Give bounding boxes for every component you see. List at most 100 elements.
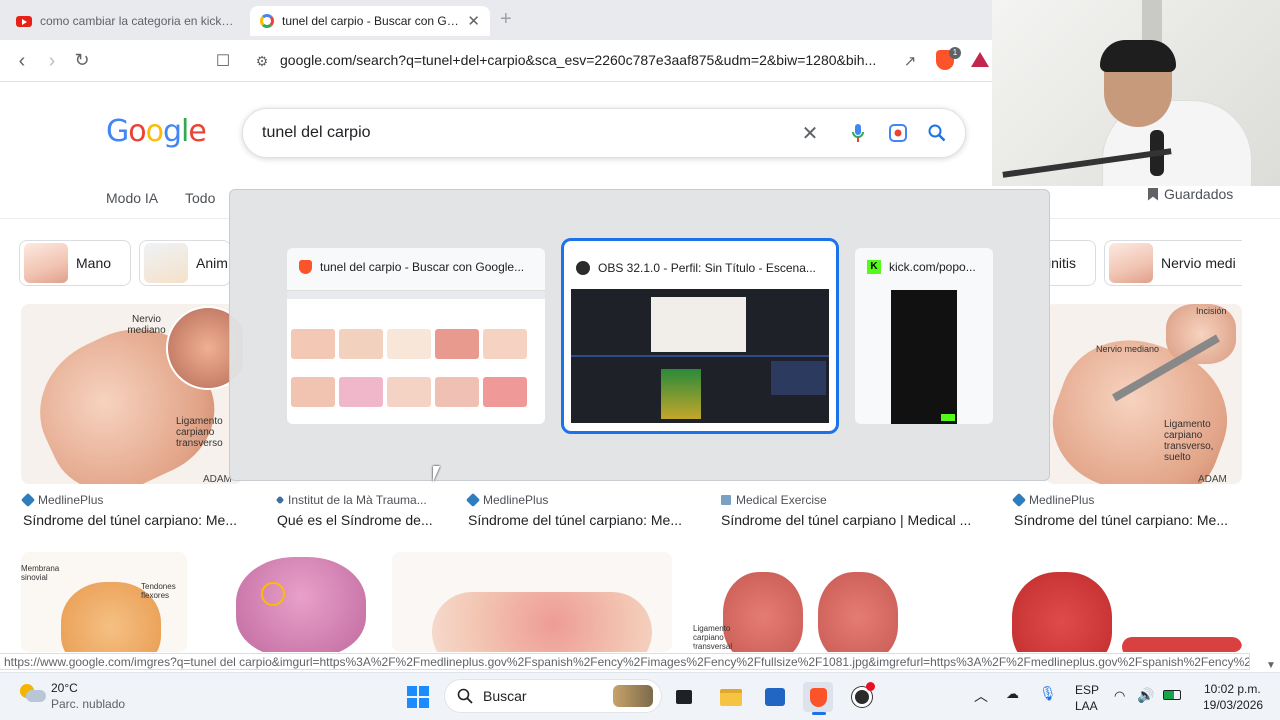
chip-mano[interactable]: Mano: [19, 240, 131, 286]
file-explorer-icon[interactable]: [716, 682, 746, 712]
reload-icon[interactable]: ↻: [69, 47, 95, 73]
new-tab-icon[interactable]: +: [500, 8, 512, 31]
result-title-4[interactable]: Síndrome del túnel carpiano | Medical ..…: [721, 512, 985, 528]
bookmark-icon[interactable]: ☐: [210, 48, 236, 74]
clock-date[interactable]: 19/03/2026: [1203, 698, 1263, 712]
label-ligamento-transversal: Ligamento carpiano transversal: [693, 624, 733, 651]
window-thumbnail: [287, 290, 545, 424]
volume-icon[interactable]: 🔊: [1137, 687, 1154, 704]
forward-icon[interactable]: ›: [39, 48, 65, 74]
tab-todo[interactable]: Todo: [185, 190, 215, 206]
brave-icon: [299, 260, 312, 274]
task-view-icon[interactable]: [669, 682, 699, 712]
switcher-window-title: OBS 32.1.0 - Perfil: Sin Título - Escena…: [598, 261, 816, 275]
chip-thumbnail: [1109, 243, 1153, 283]
search-icon: [457, 688, 473, 704]
label-nervio-mediano-small: Nervio mediano: [1096, 344, 1160, 354]
result-title-3[interactable]: Síndrome del túnel carpiano: Me...: [468, 512, 696, 528]
scroll-down-icon[interactable]: ▼: [1266, 660, 1276, 671]
google-icon: [260, 14, 274, 28]
label-adam: ADAM: [203, 474, 232, 484]
shields-count-badge: 1: [949, 47, 961, 59]
keyboard-layout[interactable]: LAA: [1075, 699, 1098, 713]
result-title-5[interactable]: Síndrome del túnel carpiano: Me...: [1014, 512, 1240, 528]
result-image-6[interactable]: Membrana sinovial Tendones flexores: [21, 552, 187, 652]
windows-start-icon[interactable]: [403, 682, 433, 712]
obs-icon: [576, 261, 590, 275]
result-title-1[interactable]: Síndrome del túnel carpiano: Me...: [23, 512, 249, 528]
tab-modo-ia[interactable]: Modo IA: [106, 190, 158, 206]
active-app-indicator: [812, 712, 826, 715]
chip-label: Mano: [76, 255, 112, 271]
voice-search-icon[interactable]: [845, 120, 871, 146]
result-source-4[interactable]: Medical Exercise: [721, 493, 827, 507]
institut-icon: [275, 495, 285, 505]
label-ligamento: Ligamento carpiano transverso: [176, 416, 223, 449]
chip-anim[interactable]: Anim: [139, 240, 231, 286]
brave-taskbar-icon[interactable]: [803, 682, 833, 712]
youtube-icon: [16, 15, 32, 27]
medical-exercise-icon: [721, 495, 731, 505]
medlineplus-icon: [465, 492, 481, 508]
switcher-window-kick[interactable]: K kick.com/popo...: [855, 248, 993, 424]
wifi-icon[interactable]: ◠: [1114, 688, 1125, 704]
result-source-1[interactable]: MedlinePlus: [20, 492, 103, 508]
google-logo[interactable]: Google: [106, 114, 207, 149]
result-image-9[interactable]: Ligamento carpiano transversal: [693, 552, 931, 652]
result-image-1[interactable]: Nervio mediano Ligamento carpiano transv…: [21, 304, 243, 484]
onedrive-icon[interactable]: ☁: [1006, 686, 1019, 702]
search-icon[interactable]: [924, 120, 950, 146]
chip-label: Anim: [196, 255, 228, 271]
switcher-window-title: kick.com/popo...: [889, 260, 976, 274]
tray-chevron-icon[interactable]: ︿: [974, 686, 988, 706]
weather-temp[interactable]: 20°C: [51, 681, 78, 695]
language-code[interactable]: ESP: [1075, 683, 1099, 697]
weather-icon[interactable]: [20, 682, 46, 704]
chip-initis[interactable]: initis: [1044, 240, 1096, 286]
tab-google-search[interactable]: tunel del carpio - Buscar con Goo ✕: [250, 6, 490, 36]
close-tab-icon[interactable]: ✕: [467, 12, 480, 30]
microphone-icon[interactable]: 🎙: [1039, 685, 1057, 702]
tab-title: tunel del carpio - Buscar con Goo: [282, 14, 460, 28]
address-bar[interactable]: google.com/search?q=tunel+del+carpio&sca…: [280, 52, 876, 68]
switcher-window-title: tunel del carpio - Buscar con Google...: [320, 260, 525, 274]
saved-button[interactable]: Guardados: [1148, 186, 1233, 202]
label-membrana: Membrana sinovial: [21, 564, 60, 582]
search-highlight-icon: [613, 685, 653, 707]
result-source-2[interactable]: Institut de la Mà Trauma...: [275, 493, 427, 507]
window-thumbnail: [891, 290, 957, 424]
switcher-window-obs[interactable]: OBS 32.1.0 - Perfil: Sin Título - Escena…: [561, 238, 839, 434]
bookmark-icon: [1148, 187, 1158, 201]
result-image-8[interactable]: [392, 552, 672, 652]
label-tendones: Tendones flexores: [141, 582, 176, 600]
switcher-window-brave[interactable]: tunel del carpio - Buscar con Google...: [287, 248, 545, 424]
recording-indicator: [866, 682, 875, 691]
clock-time[interactable]: 10:02 p.m.: [1204, 682, 1261, 696]
saved-label: Guardados: [1164, 186, 1234, 202]
tab-youtube[interactable]: como cambiar la categoria en kick - Y: [6, 6, 246, 36]
clear-search-icon[interactable]: ✕: [797, 120, 823, 146]
result-source-5[interactable]: MedlinePlus: [1011, 492, 1094, 508]
share-icon[interactable]: ↗: [897, 48, 923, 74]
tab-title: como cambiar la categoria en kick - Y: [40, 14, 236, 28]
chip-nervio-mediano[interactable]: Nervio medi: [1104, 240, 1242, 286]
chip-label: Nervio medi: [1161, 255, 1236, 271]
site-settings-icon[interactable]: ⚙: [249, 48, 275, 74]
result-source-3[interactable]: MedlinePlus: [465, 492, 548, 508]
taskbar-search-placeholder: Buscar: [483, 688, 527, 704]
search-input[interactable]: tunel del carpio: [262, 124, 371, 142]
brave-rewards-icon[interactable]: [971, 52, 989, 67]
result-image-5[interactable]: Nervio mediano Incisión Ligamento carpia…: [1046, 304, 1242, 484]
battery-icon[interactable]: [1163, 690, 1181, 700]
result-image-10[interactable]: [952, 552, 1242, 652]
medlineplus-icon: [20, 492, 36, 508]
result-image-7[interactable]: [206, 552, 372, 652]
result-title-2[interactable]: Qué es el Síndrome de...: [277, 512, 447, 528]
back-icon[interactable]: ‹: [9, 48, 35, 74]
chip-thumbnail: [24, 243, 68, 283]
store-icon[interactable]: [760, 682, 790, 712]
chip-label: initis: [1048, 255, 1077, 271]
taskbar-search[interactable]: Buscar: [444, 679, 662, 713]
weather-desc[interactable]: Parc. nublado: [51, 697, 125, 711]
lens-search-icon[interactable]: [885, 120, 911, 146]
